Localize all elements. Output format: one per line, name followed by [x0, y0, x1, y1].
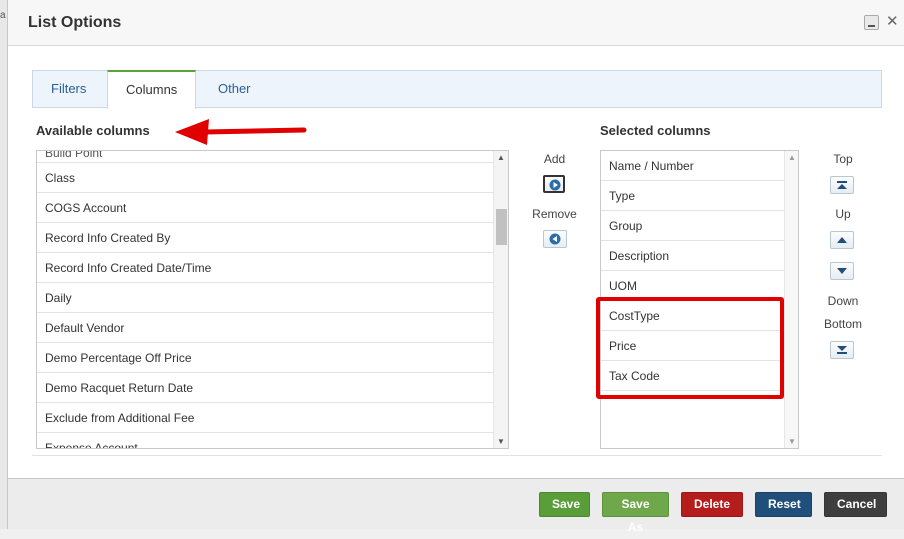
list-item[interactable]: Demo Percentage Off Price [37, 343, 508, 373]
add-label: Add [543, 152, 566, 166]
list-item[interactable]: Name / Number [601, 151, 798, 181]
play-right-icon [549, 179, 561, 191]
list-item[interactable]: Type [601, 181, 798, 211]
available-scrollbar[interactable]: ▲ ▼ [493, 151, 508, 448]
list-item[interactable]: Record Info Created By [37, 223, 508, 253]
list-item[interactable]: Demo Racquet Return Date [37, 373, 508, 403]
scroll-down-icon[interactable]: ▼ [497, 437, 505, 446]
list-item[interactable]: Description [601, 241, 798, 271]
arrow-down-icon [837, 268, 847, 274]
move-bottom-icon [837, 346, 847, 354]
up-label: Up [835, 207, 851, 221]
list-item[interactable]: Record Info Created Date/Time [37, 253, 508, 283]
list-item[interactable]: Daily [37, 283, 508, 313]
content-divider [32, 455, 882, 456]
add-button[interactable] [543, 175, 565, 193]
list-item[interactable]: COGS Account [37, 193, 508, 223]
available-columns-list[interactable]: Build Point Class COGS Account Record In… [36, 150, 509, 449]
dialog-footer: Save Save As Delete Reset Cancel [8, 478, 904, 534]
available-columns-label: Available columns [36, 123, 150, 138]
scroll-up-icon[interactable]: ▲ [497, 153, 505, 162]
list-item[interactable]: Default Vendor [37, 313, 508, 343]
list-item[interactable]: Build Point [37, 151, 508, 163]
move-top-icon [837, 181, 847, 189]
selected-columns-label: Selected columns [600, 123, 711, 138]
tab-bar: Filters Columns Other [32, 70, 882, 109]
delete-button[interactable]: Delete [681, 492, 743, 517]
move-down-button[interactable] [830, 262, 854, 280]
tab-columns[interactable]: Columns [107, 70, 197, 109]
cancel-button[interactable]: Cancel [824, 492, 887, 517]
selected-scrollbar[interactable]: ▲ ▼ [784, 151, 798, 448]
remove-button[interactable] [543, 230, 567, 248]
move-up-button[interactable] [830, 231, 854, 249]
move-top-button[interactable] [830, 176, 854, 194]
remove-label: Remove [532, 207, 577, 221]
scroll-thumb[interactable] [496, 209, 507, 245]
tab-other[interactable]: Other [200, 70, 269, 109]
list-item[interactable]: Expense Account [37, 433, 508, 448]
bottom-label: Bottom [823, 317, 862, 331]
minimize-icon[interactable] [864, 15, 879, 30]
dialog-titlebar: List Options ✕ [8, 0, 904, 46]
arrow-up-icon [837, 237, 847, 243]
save-button[interactable]: Save [539, 492, 590, 517]
play-left-icon [549, 233, 561, 245]
move-bottom-button[interactable] [830, 341, 854, 359]
highlight-annotation-box [596, 297, 784, 399]
scroll-up-icon[interactable]: ▲ [788, 153, 796, 162]
dialog-title: List Options [28, 14, 122, 31]
down-label: Down [827, 294, 859, 308]
scroll-down-icon[interactable]: ▼ [788, 437, 796, 446]
top-label: Top [833, 152, 853, 166]
red-arrow-annotation [175, 119, 307, 145]
list-item[interactable]: Exclude from Additional Fee [37, 403, 508, 433]
reset-button[interactable]: Reset [755, 492, 812, 517]
save-as-button[interactable]: Save As [602, 492, 669, 534]
list-options-dialog: List Options ✕ Filters Columns Other Ava… [7, 0, 904, 534]
list-item[interactable]: Group [601, 211, 798, 241]
tab-filters[interactable]: Filters [33, 70, 104, 109]
list-item[interactable]: Class [37, 163, 508, 193]
close-icon[interactable]: ✕ [886, 13, 899, 31]
